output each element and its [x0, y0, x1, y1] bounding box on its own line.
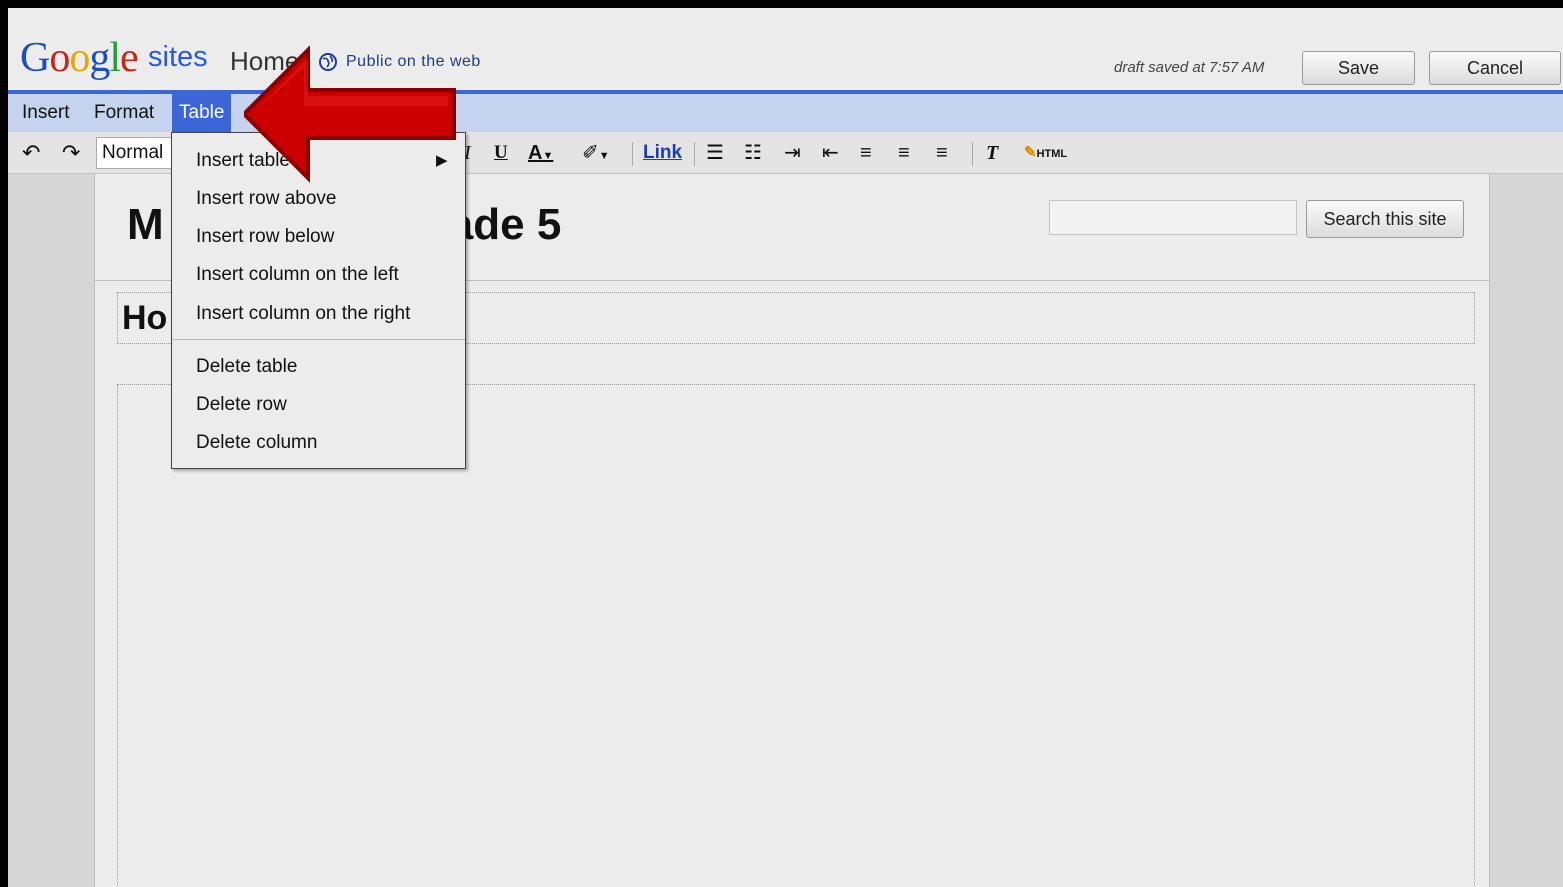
menu-item-insert-row-below[interactable]: Insert row below: [196, 225, 334, 249]
edit-html-button[interactable]: ✎HTML: [1024, 132, 1067, 174]
clear-formatting-icon[interactable]: T: [986, 132, 998, 174]
highlight-color-icon[interactable]: ✐▼: [582, 132, 610, 174]
chevron-down-icon: ▼: [598, 150, 610, 162]
undo-icon[interactable]: ↶: [22, 132, 40, 174]
paragraph-style-select[interactable]: Normal: [96, 137, 176, 169]
text-color-glyph: A: [528, 142, 543, 164]
cancel-button[interactable]: Cancel: [1429, 51, 1561, 85]
menu-item-insert-row-above[interactable]: Insert row above: [196, 187, 336, 211]
menu-table[interactable]: Table: [172, 94, 232, 132]
toolbar-divider: [972, 142, 973, 166]
redo-icon[interactable]: ↷: [62, 132, 80, 174]
menu-format[interactable]: Format: [87, 94, 161, 132]
menu-item-delete-row[interactable]: Delete row: [196, 393, 287, 417]
align-left-icon[interactable]: ≡: [860, 132, 872, 174]
menu-item-delete-table[interactable]: Delete table: [196, 355, 297, 379]
bulleted-list-icon[interactable]: ☷: [744, 132, 762, 174]
sites-product-name[interactable]: sites: [148, 40, 208, 74]
google-logo[interactable]: Google: [20, 34, 139, 82]
red-pointer-arrow-annotation: [244, 45, 456, 183]
align-right-icon[interactable]: ≡: [936, 132, 948, 174]
pencil-icon: ✎: [1024, 144, 1037, 161]
indent-less-icon[interactable]: ⇤: [822, 132, 839, 174]
menu-item-delete-column[interactable]: Delete column: [196, 431, 317, 455]
toolbar-divider: [694, 142, 695, 166]
search-site-button[interactable]: Search this site: [1306, 200, 1464, 238]
align-center-icon[interactable]: ≡: [898, 132, 910, 174]
chevron-down-icon: ▼: [542, 150, 554, 162]
text-color-icon[interactable]: A▼: [528, 132, 553, 174]
html-label: HTML: [1036, 148, 1068, 160]
underline-icon[interactable]: U: [494, 132, 508, 174]
menu-insert[interactable]: Insert: [15, 94, 77, 132]
draft-status: draft saved at 7:57 AM: [1114, 59, 1265, 76]
canvas-margin-left: [8, 174, 94, 887]
top-border: [0, 0, 1563, 8]
page-heading: Ho: [122, 299, 168, 337]
menu-item-insert-column-right[interactable]: Insert column on the right: [196, 302, 410, 326]
toolbar-divider: [632, 142, 633, 166]
numbered-list-icon[interactable]: ☰: [706, 132, 724, 174]
menu-item-insert-column-left[interactable]: Insert column on the left: [196, 263, 399, 287]
indent-more-icon[interactable]: ⇥: [784, 132, 801, 174]
search-input[interactable]: [1049, 200, 1297, 235]
left-border: [0, 8, 8, 887]
editor-header: Google sites Home Public on the web draf…: [8, 8, 1563, 92]
save-button[interactable]: Save: [1302, 51, 1415, 85]
canvas-margin-right: [1490, 174, 1563, 887]
link-button[interactable]: Link: [643, 132, 682, 174]
site-title-start: M: [127, 200, 164, 249]
editor-menubar: Insert Format Table: [8, 94, 1563, 132]
menu-separator: [172, 339, 465, 340]
